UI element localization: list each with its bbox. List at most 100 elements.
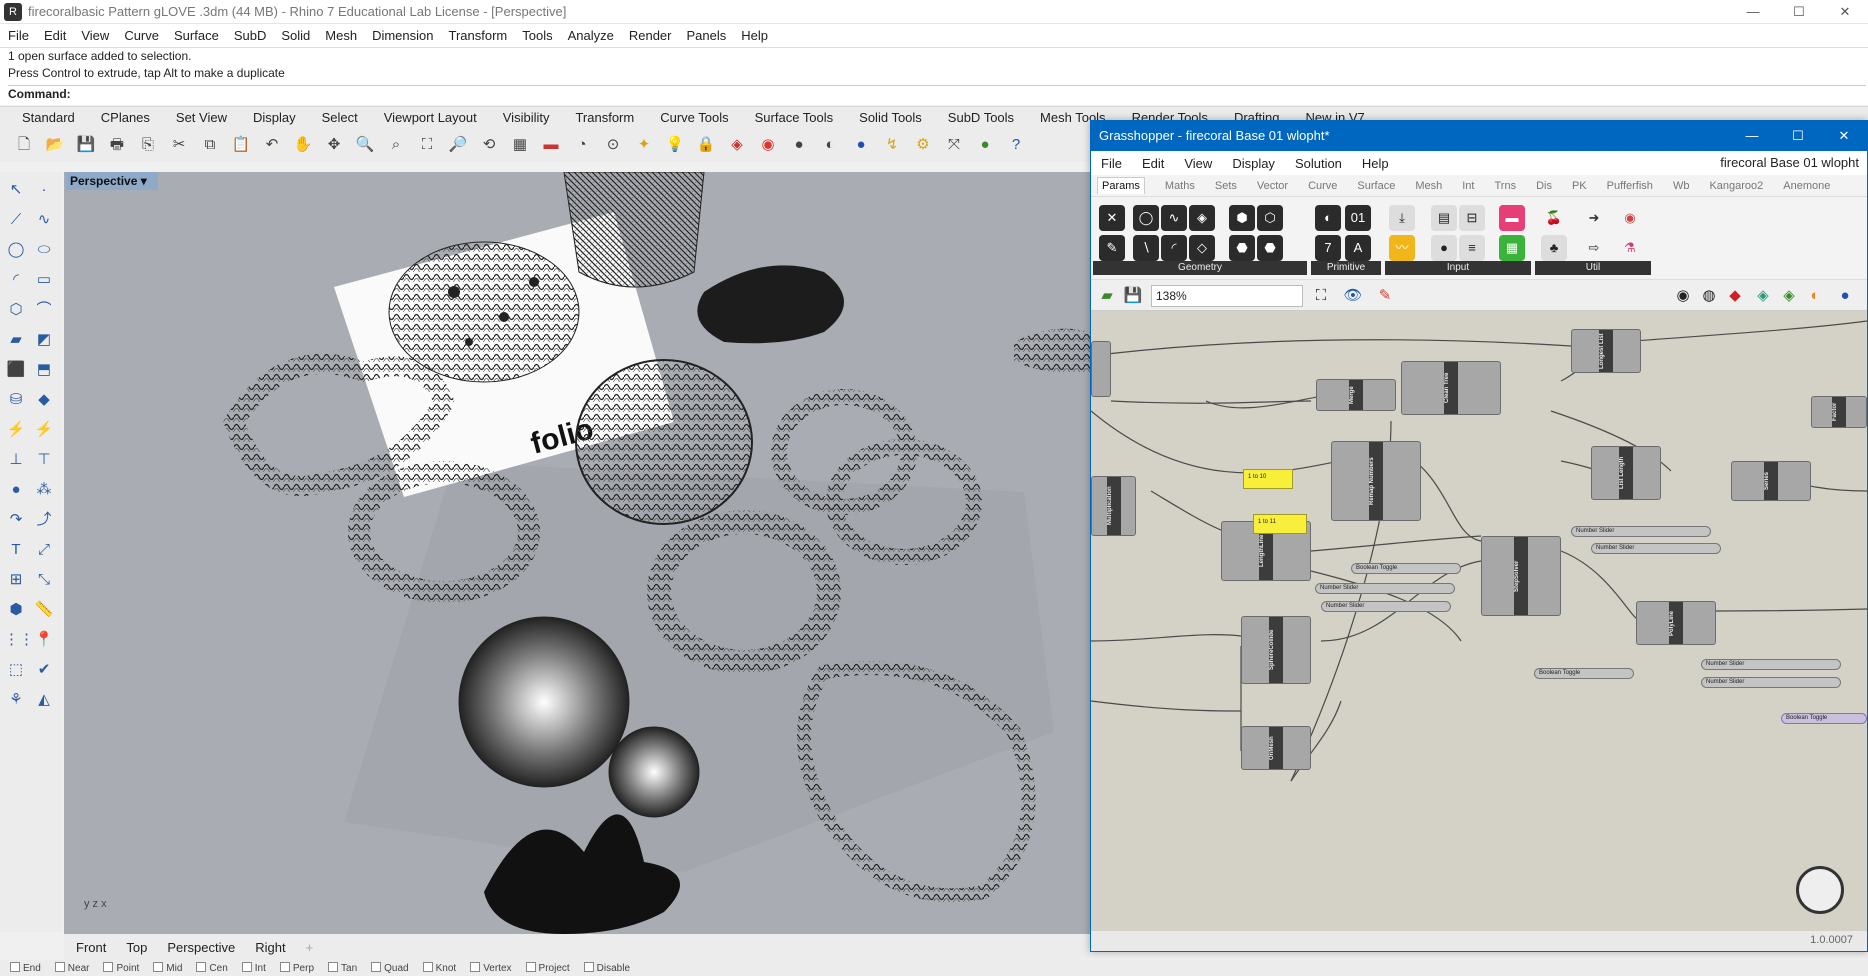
osnap-knot[interactable]: Knot — [423, 962, 457, 974]
maximize-button[interactable]: ☐ — [1776, 0, 1822, 24]
sphere-preview-icon[interactable]: ● — [1833, 284, 1857, 308]
tab-standard[interactable]: Standard — [22, 110, 75, 125]
menu-file[interactable]: File — [8, 28, 29, 43]
gh-menu-edit[interactable]: Edit — [1142, 156, 1164, 171]
gh-tab-int[interactable]: Int — [1462, 180, 1474, 192]
number-slider[interactable]: Number Slider — [1591, 543, 1721, 554]
vp-tab-right[interactable]: Right — [255, 940, 285, 955]
vp-tab-perspective[interactable]: Perspective — [167, 940, 235, 955]
boolean-toggle-selected[interactable]: Boolean Toggle — [1781, 713, 1867, 724]
ribbon-label-geometry[interactable]: Geometry — [1093, 261, 1307, 275]
osnap-mid[interactable]: Mid — [153, 962, 182, 974]
node-step-solver[interactable]: StepSolver — [1481, 536, 1561, 616]
lock-icon[interactable]: 🔒 — [694, 133, 718, 157]
param-integer-icon[interactable]: 01 — [1345, 205, 1371, 231]
gh-tab-wb[interactable]: Wb — [1673, 180, 1690, 192]
node-clean-tree[interactable]: Clean Tree — [1401, 361, 1501, 415]
preview-shaded-icon[interactable]: ◉ — [1671, 284, 1695, 308]
check-icon[interactable]: ✔ — [32, 658, 56, 682]
panel-range-2[interactable]: 1 to 11 — [1253, 514, 1307, 534]
polygon-icon[interactable]: ⬡ — [4, 298, 28, 322]
flash-icon[interactable]: ⚡ — [32, 418, 56, 442]
node-longest-list[interactable]: Longest List — [1571, 329, 1641, 373]
gh-tab-pufferfish[interactable]: Pufferfish — [1607, 180, 1653, 192]
preview-eye-icon[interactable]: 👁 — [1341, 284, 1365, 308]
node-remap[interactable]: Remap Numbers — [1331, 441, 1421, 521]
gh-maximize-button[interactable]: ☐ — [1775, 121, 1821, 151]
close-button[interactable]: ✕ — [1822, 0, 1868, 24]
explode-icon[interactable]: ⁂ — [32, 478, 56, 502]
param-line-icon[interactable]: ∖ — [1133, 235, 1159, 261]
zoom-extents-icon[interactable]: ⛶ — [1309, 284, 1333, 308]
text-icon[interactable]: T — [4, 538, 28, 562]
vp-tab-top[interactable]: Top — [126, 940, 147, 955]
save-icon[interactable]: 💾 — [74, 133, 98, 157]
menu-help[interactable]: Help — [741, 28, 768, 43]
panel-range-1[interactable]: 1 to 10 — [1243, 469, 1293, 489]
perspective-viewport[interactable]: folio y z x — [64, 172, 1090, 934]
cut-icon[interactable]: ✂ — [167, 133, 191, 157]
help-icon[interactable]: ? — [1004, 133, 1028, 157]
util-arrow-icon[interactable]: ➜ — [1581, 205, 1607, 231]
command-prompt[interactable]: Command: — [8, 85, 1866, 102]
osnap-near[interactable]: Near — [55, 962, 90, 974]
tab-set-view[interactable]: Set View — [176, 110, 227, 125]
new-file-icon[interactable]: 🗋 — [12, 133, 36, 157]
osnap-icon[interactable]: ✦ — [632, 133, 656, 157]
grid-icon[interactable]: ▦ — [508, 133, 532, 157]
input-panel-icon[interactable]: ▤ — [1431, 205, 1457, 231]
param-curve-icon[interactable]: ∿ — [1161, 205, 1187, 231]
util-relay-icon[interactable]: ⇨ — [1581, 235, 1607, 261]
node-on-mesh[interactable]: OnMesh — [1241, 726, 1311, 770]
menu-edit[interactable]: Edit — [44, 28, 66, 43]
tab-surface-tools[interactable]: Surface Tools — [755, 110, 834, 125]
gh-menu-view[interactable]: View — [1184, 156, 1212, 171]
gh-menu-help[interactable]: Help — [1362, 156, 1389, 171]
ruler-icon[interactable]: 📏 — [32, 598, 56, 622]
gh-tab-dis[interactable]: Dis — [1536, 180, 1552, 192]
input-list-icon[interactable]: ≡ — [1459, 235, 1485, 261]
properties-icon[interactable]: ↯ — [880, 133, 904, 157]
param-circle-icon[interactable]: ◯ — [1133, 205, 1159, 231]
gh-menu-file[interactable]: File — [1101, 156, 1122, 171]
util-cluster-icon[interactable]: ◉ — [1617, 205, 1643, 231]
polyline-icon[interactable]: ⟋ — [4, 208, 28, 232]
boolean-toggle[interactable]: Boolean Toggle — [1534, 668, 1634, 679]
display-mode-icon[interactable]: ◈ — [1751, 284, 1775, 308]
viewport-title[interactable]: Perspective ▾ — [66, 172, 158, 190]
vp-tab-front[interactable]: Front — [76, 940, 106, 955]
ribbon-label-primitive[interactable]: Primitive — [1311, 261, 1381, 275]
point-tool-icon[interactable]: · — [32, 178, 56, 202]
object-snap-icon[interactable]: ⬢ — [4, 598, 28, 622]
undo-view-icon[interactable]: ⟲ — [477, 133, 501, 157]
gh-tab-pk[interactable]: PK — [1572, 180, 1587, 192]
cylinder-icon[interactable]: ⛁ — [4, 388, 28, 412]
menu-analyze[interactable]: Analyze — [568, 28, 614, 43]
preview-selected-icon[interactable]: ◆ — [1723, 284, 1747, 308]
rendered-sphere-icon[interactable]: ◐ — [818, 133, 842, 157]
zoom-icon[interactable]: 🔍 — [353, 133, 377, 157]
split-icon[interactable]: ⊥ — [4, 448, 28, 472]
blend-icon[interactable]: ⤴ — [32, 508, 56, 532]
tab-curve-tools[interactable]: Curve Tools — [660, 110, 728, 125]
open-folder-icon[interactable]: 📂 — [43, 133, 67, 157]
ribbon-label-input[interactable]: Input — [1385, 261, 1531, 275]
menu-transform[interactable]: Transform — [448, 28, 507, 43]
gh-open-icon[interactable]: ▰ — [1095, 284, 1119, 308]
gh-minimize-button[interactable]: — — [1729, 121, 1775, 151]
number-slider[interactable]: Number Slider — [1701, 677, 1841, 688]
input-slider-icon[interactable]: ⊟ — [1459, 205, 1485, 231]
gh-save-icon[interactable]: 💾 — [1121, 284, 1145, 308]
menu-render[interactable]: Render — [629, 28, 672, 43]
menu-tools[interactable]: Tools — [522, 28, 552, 43]
gh-tab-surface[interactable]: Surface — [1357, 180, 1395, 192]
node-sphere-collide[interactable]: SphereCollide — [1241, 616, 1311, 684]
tab-transform[interactable]: Transform — [575, 110, 634, 125]
input-toggle-icon[interactable]: ● — [1431, 235, 1457, 261]
number-slider[interactable]: Number Slider — [1571, 526, 1711, 537]
gh-tab-curve[interactable]: Curve — [1308, 180, 1337, 192]
ellipse-icon[interactable]: ⬭ — [32, 238, 56, 262]
param-box-icon[interactable]: ⬣ — [1229, 235, 1255, 261]
shaded-sphere-icon[interactable]: ● — [787, 133, 811, 157]
param-field-icon[interactable]: ⬣ — [1257, 235, 1283, 261]
